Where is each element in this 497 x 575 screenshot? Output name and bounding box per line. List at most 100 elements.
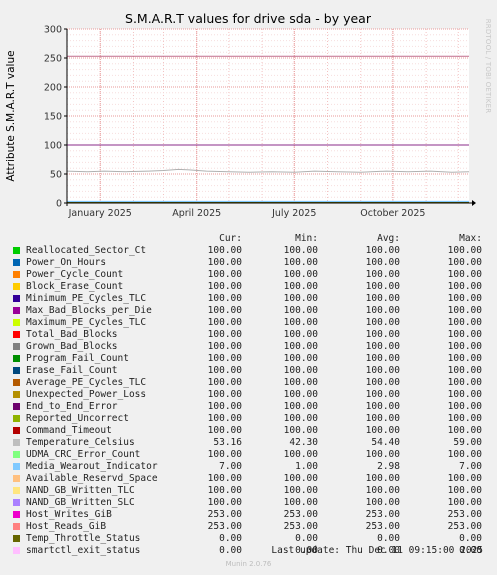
legend-max-value: 100.00 [447,425,482,436]
legend-avg-value: 2.98 [377,461,400,472]
legend-max-value: 0.00 [459,533,482,544]
legend-cur-value: 100.00 [207,281,242,292]
legend-min-value: 100.00 [283,245,318,256]
legend-avg-value: 100.00 [365,317,400,328]
legend-avg-value: 100.00 [365,269,400,280]
legend-avg-value: 100.00 [365,365,400,376]
legend-series-name: Temp_Throttle_Status [26,533,141,544]
legend-avg-value: 100.00 [365,341,400,352]
legend-swatch [13,355,20,362]
legend-series-name: Max_Bad_Blocks_per_Die [26,305,152,316]
legend-row: Program_Fail_Count 100.00 100.00 100.00 100.… [0,353,497,365]
footer-version: Munin 2.0.76 [225,560,272,568]
legend-max-value: 100.00 [447,281,482,292]
legend-avg-value: 0.00 [377,533,400,544]
legend-avg-value: 253.00 [365,509,400,520]
legend-max-value: 59.00 [453,437,482,448]
legend-min-value: 100.00 [283,353,318,364]
legend-swatch [13,463,20,470]
legend-swatch [13,535,20,542]
legend-series-name: Erase_Fail_Count [26,365,118,376]
y-axis: 0 50 100 150 200 250 300 [44,25,67,210]
legend-avg-value: 100.00 [365,353,400,364]
legend-header: Cur: Min: Avg: Max: [0,233,497,245]
legend-min-value: 100.00 [283,365,318,376]
legend-series-name: Maximum_PE_Cycles_TLC [26,317,147,328]
legend-series-name: Power_Cycle_Count [26,269,124,280]
legend-row: Block_Erase_Count 100.00 100.00 100.00 100.0… [0,281,497,293]
chart-title: S.M.A.R.T values for drive sda - by year [125,11,372,26]
legend-max-value: 100.00 [447,365,482,376]
legend-row: Temperature_Celsius 53.16 42.30 54.40 59.00 [0,437,497,449]
legend-cur-value: 7.00 [219,461,242,472]
x-tick-label: July 2025 [271,208,316,219]
legend-max-value: 100.00 [447,473,482,484]
legend-row: Average_PE_Cycles_TLC 100.00 100.00 100.00 1… [0,377,497,389]
legend-cur-value: 100.00 [207,317,242,328]
y-tick-label: 50 [50,170,62,181]
legend-series-name: smartctl_exit_status [26,545,141,556]
legend-avg-value: 100.00 [365,497,400,508]
legend-cur-value: 100.00 [207,293,242,304]
legend-cur-value: 0.00 [219,533,242,544]
legend-max-value: 100.00 [447,449,482,460]
legend-cur-value: 100.00 [207,377,242,388]
legend-row: UDMA_CRC_Error_Count 100.00 100.00 100.00 10… [0,449,497,461]
legend-series-name: Reported_Uncorrect [26,413,129,424]
y-tick-label: 300 [44,25,62,36]
legend-max-value: 7.00 [459,461,482,472]
x-tick-label: October 2025 [360,208,425,219]
legend-cur-value: 100.00 [207,245,242,256]
legend-swatch [13,487,20,494]
legend-series-name: Available_Reservd_Space [26,473,158,484]
legend-cur-value: 100.00 [207,485,242,496]
x-axis-arrow [472,200,476,206]
legend-swatch [13,451,20,458]
legend-min-value: 1.00 [295,461,318,472]
legend-row: Minimum_PE_Cycles_TLC 100.00 100.00 100.00 1… [0,293,497,305]
legend-max-value: 100.00 [447,497,482,508]
legend-min-value: 100.00 [283,317,318,328]
legend-row: Reallocated_Sector_Ct 100.00 100.00 100.00 1… [0,245,497,257]
legend-row: Power_Cycle_Count 100.00 100.00 100.00 100.0… [0,269,497,281]
legend-max-value: 100.00 [447,389,482,400]
legend-max-value: 100.00 [447,317,482,328]
legend-min-value: 100.00 [283,329,318,340]
legend-max-value: 100.00 [447,293,482,304]
legend-row: NAND_GB_Written_TLC 100.00 100.00 100.00 100… [0,485,497,497]
legend-swatch [13,283,20,290]
legend-cur-value: 100.00 [207,341,242,352]
legend-row: Maximum_PE_Cycles_TLC 100.00 100.00 100.00 1… [0,317,497,329]
legend-avg-value: 100.00 [365,425,400,436]
legend-min-value: 100.00 [283,449,318,460]
legend-avg-value: 100.00 [365,413,400,424]
legend-cur-value: 100.00 [207,365,242,376]
legend-min-value: 100.00 [283,257,318,268]
legend-row: Total_Bad_Blocks 100.00 100.00 100.00 100.00 [0,329,497,341]
legend-cur-value: 100.00 [207,389,242,400]
legend-cur-value: 100.00 [207,269,242,280]
legend-series-name: Unexpected_Power_Loss [26,389,147,400]
legend-avg-value: 100.00 [365,389,400,400]
low-value-lines [67,200,469,203]
header-min: Min: [295,233,318,244]
legend-swatch [13,475,20,482]
legend-avg-value: 100.00 [365,377,400,388]
legend-cur-value: 100.00 [207,425,242,436]
y-tick-label: 200 [44,83,62,94]
header-max: Max: [459,233,482,244]
x-axis: January 2025 April 2025 July 2025 October 2… [68,208,426,219]
legend-row: Max_Bad_Blocks_per_Die 100.00 100.00 100.00… [0,305,497,317]
legend-row: Reported_Uncorrect 100.00 100.00 100.00 100.… [0,413,497,425]
legend-min-value: 100.00 [283,305,318,316]
legend-swatch [13,391,20,398]
legend-max-value: 100.00 [447,305,482,316]
legend-min-value: 100.00 [283,293,318,304]
legend-swatch [13,343,20,350]
legend-swatch [13,403,20,410]
legend-series-name: UDMA_CRC_Error_Count [26,449,141,460]
legend-series-name: Average_PE_Cycles_TLC [26,377,147,388]
y-tick-label: 100 [44,141,62,152]
legend-swatch [13,247,20,254]
legend-row: Media_Wearout_Indicator 7.00 1.00 2.98 7.00 [0,461,497,473]
